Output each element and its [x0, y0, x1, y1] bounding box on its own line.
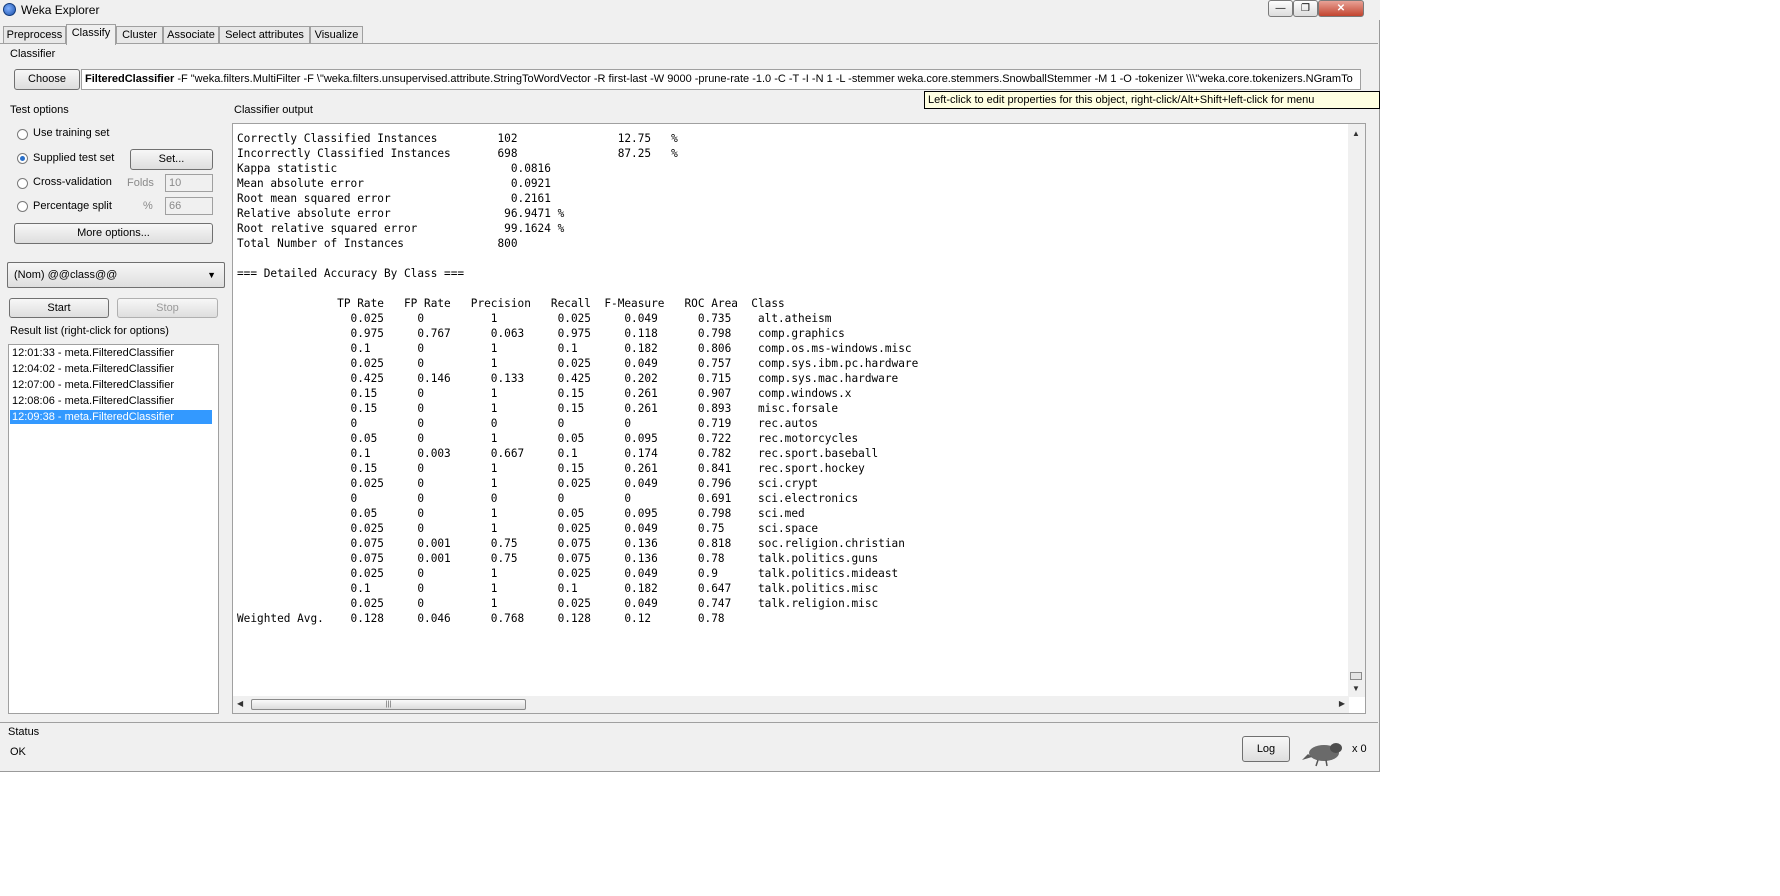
result-list-item[interactable]: 12:08:06 - meta.FilteredClassifier	[10, 394, 174, 408]
output-vertical-scrollbar[interactable]: ▲ ▼	[1348, 124, 1365, 697]
close-icon: ✕	[1336, 3, 1346, 14]
more-options-button[interactable]: More options...	[14, 223, 213, 244]
classifier-output-area[interactable]: Correctly Classified Instances 102 12.75…	[232, 123, 1366, 714]
classifier-output-label: Classifier output	[234, 104, 313, 116]
tab-select-attributes[interactable]: Select attributes	[219, 26, 310, 44]
set-test-set-button[interactable]: Set...	[130, 149, 213, 170]
result-list-item[interactable]: 12:04:02 - meta.FilteredClassifier	[10, 362, 174, 376]
folds-input[interactable]: 10	[165, 174, 213, 192]
title-bar: Weka Explorer — ❐ ✕	[0, 0, 1380, 20]
tooltip: Left-click to edit properties for this o…	[924, 91, 1380, 109]
result-list[interactable]: 12:01:33 - meta.FilteredClassifier 12:04…	[8, 344, 219, 714]
log-button[interactable]: Log	[1242, 736, 1290, 762]
classifier-options: -F "weka.filters.MultiFilter -F \"weka.f…	[174, 73, 1353, 85]
scroll-right-icon[interactable]: ▶	[1339, 699, 1345, 708]
radio-selected-dot	[20, 156, 25, 161]
percentage-split-label: Percentage split	[33, 200, 112, 212]
use-training-label: Use training set	[33, 127, 110, 139]
tab-visualize[interactable]: Visualize	[310, 26, 363, 44]
minimize-button[interactable]: —	[1268, 0, 1293, 17]
task-count: x 0	[1352, 743, 1367, 755]
classifier-section-label: Classifier	[10, 48, 56, 60]
weka-bird-icon	[1302, 743, 1342, 767]
class-attribute-select[interactable]: (Nom) @@class@@ ▼	[7, 262, 225, 288]
percentage-split-radio[interactable]	[17, 201, 28, 212]
folds-label: Folds	[127, 177, 154, 189]
stop-button[interactable]: Stop	[117, 298, 218, 318]
tab-cluster[interactable]: Cluster	[116, 26, 163, 44]
class-attribute-value: (Nom) @@class@@	[14, 269, 118, 281]
tab-divider	[0, 43, 1378, 44]
choose-button[interactable]: Choose	[14, 69, 80, 90]
start-button[interactable]: Start	[9, 298, 109, 318]
maximize-icon: ❐	[1301, 3, 1310, 14]
window-title: Weka Explorer	[21, 3, 100, 17]
status-label: Status	[8, 726, 40, 738]
percent-label: %	[143, 200, 153, 212]
result-list-item-selected[interactable]: 12:09:38 - meta.FilteredClassifier	[10, 410, 212, 424]
result-list-item[interactable]: 12:07:00 - meta.FilteredClassifier	[10, 378, 174, 392]
classifier-name: FilteredClassifier	[85, 73, 175, 85]
result-list-label: Result list (right-click for options)	[10, 325, 169, 337]
scroll-left-icon[interactable]: ◀	[237, 699, 243, 708]
horizontal-scroll-thumb[interactable]: |||	[251, 699, 526, 710]
supplied-test-radio[interactable]	[17, 153, 28, 164]
result-list-item[interactable]: 12:01:33 - meta.FilteredClassifier	[10, 346, 174, 360]
status-divider	[0, 722, 1378, 723]
cross-validation-radio[interactable]	[17, 178, 28, 189]
close-button[interactable]: ✕	[1318, 0, 1364, 17]
vertical-scroll-thumb[interactable]	[1350, 672, 1362, 680]
tab-classify[interactable]: Classify	[66, 24, 116, 45]
scroll-up-icon[interactable]: ▲	[1352, 129, 1360, 138]
output-horizontal-scrollbar[interactable]: ◀ ||| ▶	[233, 696, 1349, 713]
tab-preprocess[interactable]: Preprocess	[3, 26, 66, 44]
maximize-button[interactable]: ❐	[1293, 0, 1318, 17]
weka-explorer-window: Weka Explorer — ❐ ✕ Preprocess Classify …	[0, 0, 1380, 772]
use-training-radio[interactable]	[17, 129, 28, 140]
supplied-test-label: Supplied test set	[33, 152, 115, 164]
cross-validation-label: Cross-validation	[33, 176, 112, 188]
classifier-config-field[interactable]: FilteredClassifier -F "weka.filters.Mult…	[81, 69, 1361, 90]
percent-input[interactable]: 66	[165, 197, 213, 215]
test-options-label: Test options	[10, 104, 69, 116]
scroll-down-icon[interactable]: ▼	[1352, 684, 1360, 693]
tab-associate[interactable]: Associate	[163, 26, 219, 44]
classifier-output-text: Correctly Classified Instances 102 12.75…	[237, 132, 919, 625]
status-text: OK	[10, 746, 26, 758]
minimize-icon: —	[1275, 3, 1286, 14]
chevron-down-icon: ▼	[207, 270, 216, 280]
weka-app-icon	[3, 3, 16, 16]
